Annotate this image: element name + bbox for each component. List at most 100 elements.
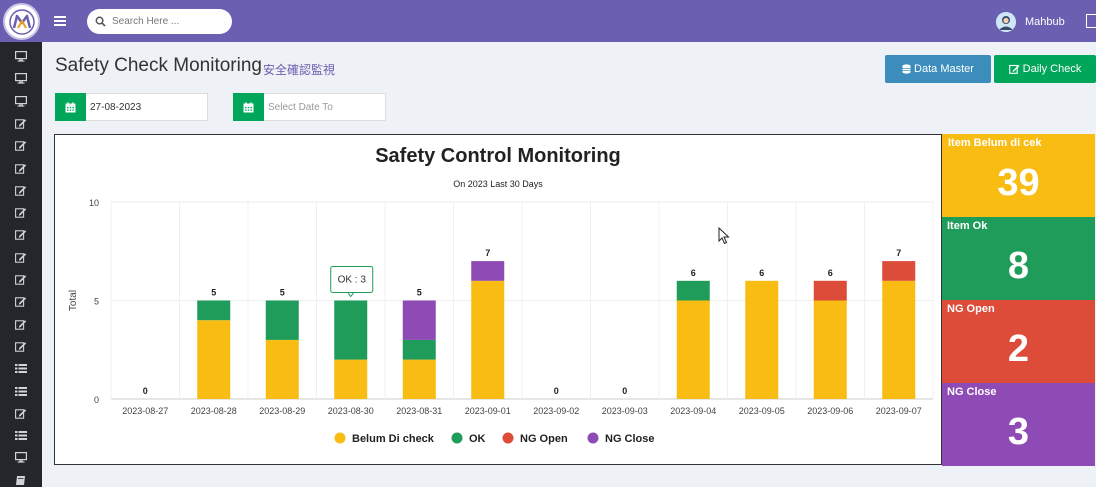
legend-marker (587, 432, 599, 444)
user-menu[interactable]: Mahbub (996, 11, 1065, 33)
date-to-input[interactable] (264, 93, 386, 121)
sidebar-item-edit-icon[interactable] (15, 116, 27, 129)
sidebar-item-list-icon[interactable] (15, 428, 27, 441)
total-data-label: 6 (759, 268, 764, 278)
sidebar-item-monitor-icon[interactable] (15, 94, 28, 107)
sidebar-item-edit-icon[interactable] (15, 138, 27, 151)
stat-tile-belum[interactable]: Item Belum di cek 39 (942, 134, 1095, 217)
daily-check-label: Daily Check (1022, 63, 1082, 75)
y-tick-label: 0 (94, 395, 99, 405)
bar-segment (334, 359, 368, 399)
sidebar-item-list-icon[interactable] (15, 384, 27, 396)
legend-label: NG Open (520, 433, 568, 445)
total-data-label: 0 (143, 386, 148, 396)
sidebar-item-edit-icon[interactable] (15, 250, 27, 263)
sidebar-item-edit-icon[interactable] (15, 339, 27, 352)
user-avatar-icon (996, 12, 1016, 32)
x-tick-label: 2023-08-28 (191, 406, 237, 416)
x-tick-label: 2023-08-29 (259, 406, 305, 416)
stat-value: 2 (1007, 328, 1030, 370)
sidebar-item-edit-icon[interactable] (15, 317, 27, 330)
x-tick-label: 2023-09-04 (670, 406, 716, 416)
sidebar-item-monitor-icon[interactable] (15, 71, 28, 84)
sidebar-item-edit-icon[interactable] (15, 227, 27, 241)
stat-tile-ng-close[interactable]: NG Close 3 (942, 383, 1095, 466)
bar-segment (813, 280, 847, 301)
x-tick-label: 2023-09-07 (876, 406, 922, 416)
logo-icon (8, 8, 35, 35)
stat-tile-ng-open[interactable]: NG Open 2 (942, 300, 1095, 383)
total-data-label: 6 (691, 268, 696, 278)
hamburger-menu-icon[interactable] (52, 13, 68, 29)
user-name: Mahbub (1025, 16, 1065, 28)
legend-label: OK (469, 433, 486, 445)
x-tick-label: 2023-08-31 (396, 406, 442, 416)
legend-marker (334, 432, 346, 444)
bar-segment (402, 339, 436, 360)
x-tick-label: 2023-09-01 (465, 406, 511, 416)
legend-label: Belum Di check (352, 433, 435, 445)
page-title: Safety Check Monitoring (55, 55, 262, 76)
stat-value: 8 (1007, 245, 1030, 287)
top-navbar: Mahbub (0, 0, 1096, 42)
search-box (87, 9, 232, 34)
bar-segment (265, 300, 299, 340)
sidebar-item-edit-icon[interactable] (15, 406, 27, 419)
page-subtitle: 安全確認監視 (263, 63, 336, 77)
bar-segment (676, 280, 710, 301)
bar-segment (197, 320, 231, 399)
bar-segment (334, 300, 368, 360)
stat-label: NG Open (947, 303, 995, 315)
bar-segment (197, 300, 231, 321)
total-data-label: 6 (828, 268, 833, 278)
sidebar-item-edit-icon[interactable] (15, 294, 27, 308)
y-tick-label: 10 (89, 198, 99, 208)
stat-label: Item Belum di cek (948, 137, 1042, 149)
sidebar-item-edit-icon[interactable] (15, 272, 27, 285)
tooltip-text: OK : 3 (338, 275, 367, 286)
total-data-label: 0 (622, 386, 627, 396)
total-data-label: 0 (554, 386, 559, 396)
x-tick-label: 2023-09-02 (533, 406, 579, 416)
search-icon (95, 16, 106, 27)
x-tick-label: 2023-09-06 (807, 406, 853, 416)
date-from-input[interactable] (86, 93, 208, 121)
x-tick-label: 2023-08-27 (122, 406, 168, 416)
total-data-label: 5 (280, 288, 285, 298)
sidebar-item-list-icon[interactable] (15, 361, 27, 374)
chart-panel: Safety Control Monitoring On 2023 Last 30… (54, 134, 942, 465)
data-master-button[interactable]: Data Master (885, 55, 991, 83)
stat-label: NG Close (947, 386, 997, 398)
total-data-label: 7 (485, 248, 490, 258)
search-input[interactable] (112, 16, 222, 27)
calendar-icon[interactable] (233, 93, 264, 121)
x-tick-label: 2023-09-05 (739, 406, 785, 416)
bar-segment (813, 300, 847, 399)
app-logo[interactable] (3, 3, 40, 40)
sidebar-item-book-icon[interactable] (15, 473, 27, 485)
sidebar-item-monitor-icon[interactable] (15, 450, 28, 463)
database-icon (902, 64, 911, 74)
y-tick-label: 5 (94, 297, 99, 307)
mouse-cursor-icon (718, 227, 730, 245)
daily-check-button[interactable]: Daily Check (994, 55, 1096, 83)
total-data-label: 5 (417, 288, 422, 298)
total-data-label: 5 (211, 288, 216, 298)
chart-subtitle: On 2023 Last 30 Days (453, 179, 543, 189)
bar-segment (676, 300, 710, 399)
sidebar-item-edit-icon[interactable] (15, 161, 27, 174)
calendar-icon[interactable] (55, 93, 86, 121)
sidebar-item-monitor-icon[interactable] (15, 49, 28, 62)
data-master-label: Data Master (914, 63, 974, 75)
logout-icon[interactable] (1086, 14, 1096, 28)
sidebar-item-edit-icon[interactable] (15, 205, 27, 218)
stat-label: Item Ok (947, 220, 988, 232)
chart-title: Safety Control Monitoring (375, 145, 621, 167)
stat-tile-ok[interactable]: Item Ok 8 (942, 217, 1095, 300)
bar-segment (882, 261, 916, 281)
sidebar-item-edit-icon[interactable] (15, 183, 27, 196)
stacked-bar-chart: Safety Control Monitoring On 2023 Last 30… (68, 145, 934, 445)
edit-icon (1008, 64, 1020, 74)
avatar (996, 12, 1016, 32)
y-axis-label: Total (68, 290, 79, 311)
